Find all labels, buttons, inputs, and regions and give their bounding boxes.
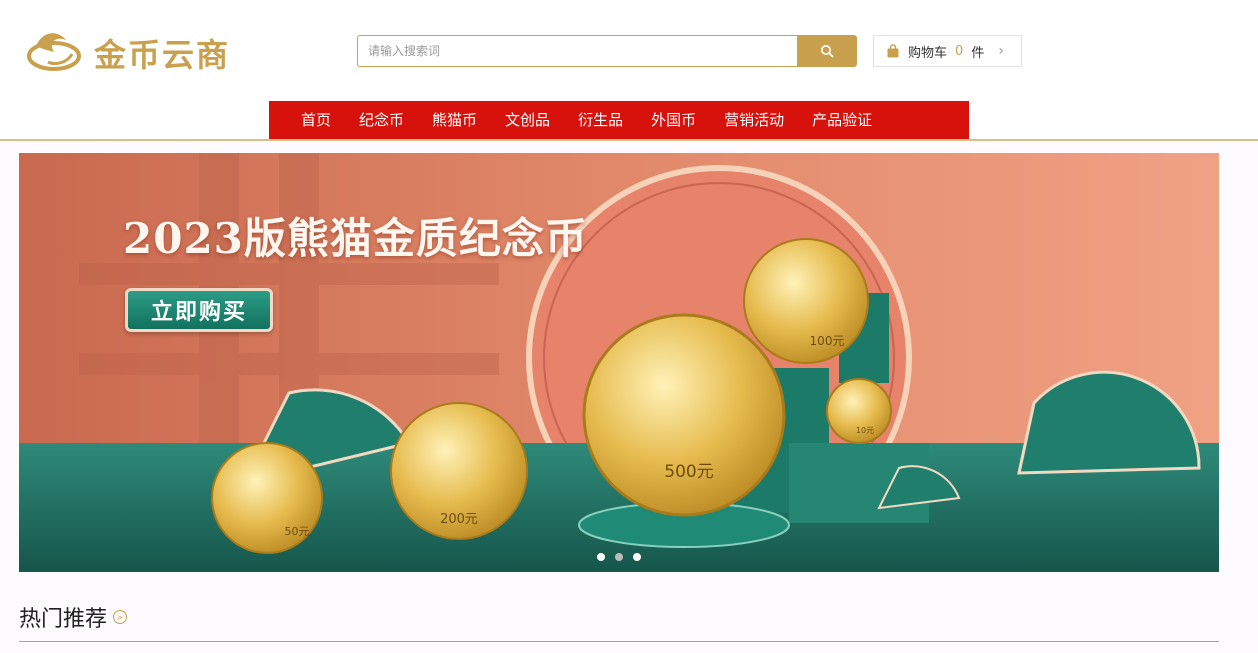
shopping-bag-icon bbox=[887, 44, 899, 58]
main-nav: 首页 纪念币 熊猫币 文创品 衍生品 外国币 营销活动 产品验证 bbox=[269, 101, 969, 139]
cart-unit: 件 bbox=[971, 45, 985, 61]
search-button[interactable] bbox=[797, 35, 857, 67]
buy-now-button[interactable]: 立即购买 bbox=[125, 288, 273, 332]
logo-mark-icon bbox=[27, 33, 81, 71]
search-bar bbox=[357, 35, 857, 67]
nav-item-commemorative-coins[interactable]: 纪念币 bbox=[345, 101, 418, 139]
search-input[interactable] bbox=[357, 35, 797, 67]
cart-count: 0 bbox=[955, 43, 964, 59]
nav-item-promotions[interactable]: 营销活动 bbox=[710, 101, 798, 139]
coin-200-yuan: 200元 bbox=[390, 402, 528, 540]
coin-10-yuan: 10元 bbox=[826, 378, 892, 444]
cart-label: 购物车 bbox=[908, 45, 948, 61]
coin-100-yuan: 100元 bbox=[743, 238, 869, 364]
section-header: 热门推荐 > bbox=[19, 601, 128, 633]
nav-item-panda-coins[interactable]: 熊猫币 bbox=[418, 101, 491, 139]
nav-item-foreign-coins[interactable]: 外国币 bbox=[637, 101, 710, 139]
cart-button[interactable]: 购物车 0 件 › bbox=[873, 35, 1022, 67]
section-divider bbox=[19, 641, 1219, 642]
carousel-dot[interactable] bbox=[615, 553, 623, 561]
coin-10-label: 10元 bbox=[856, 426, 874, 435]
coin-500-label: 500元 bbox=[664, 462, 713, 482]
site-header: 金币云商 购物车 0 件 › 首页 纪念币 熊猫币 文创品 衍生品 外国币 营销… bbox=[0, 0, 1258, 141]
more-arrow-icon[interactable]: > bbox=[113, 610, 128, 624]
carousel-dot[interactable] bbox=[633, 553, 641, 561]
nav-item-product-verification[interactable]: 产品验证 bbox=[798, 101, 886, 139]
nav-item-cultural-products[interactable]: 文创品 bbox=[491, 101, 564, 139]
coin-50-label: 50元 bbox=[285, 525, 310, 538]
section-title: 热门推荐 bbox=[19, 607, 108, 632]
logo-text: 金币云商 bbox=[94, 36, 231, 74]
carousel-dot[interactable] bbox=[597, 553, 605, 561]
banner-headline: 2023版熊猫金质纪念币 bbox=[123, 214, 588, 263]
coin-500-yuan: 500元 bbox=[582, 313, 786, 517]
nav-item-home[interactable]: 首页 bbox=[287, 101, 345, 139]
carousel-dots bbox=[597, 553, 641, 561]
hero-banner[interactable]: 50元 200元 500元 100元 10元 2023版熊猫金质纪念币 立即购买 bbox=[19, 153, 1219, 572]
coin-50-yuan: 50元 bbox=[211, 442, 323, 554]
site-logo[interactable]: 金币云商 bbox=[26, 26, 230, 80]
coin-200-label: 200元 bbox=[440, 512, 478, 527]
coin-100-label: 100元 bbox=[810, 334, 845, 348]
search-icon bbox=[821, 45, 834, 58]
chevron-right-icon: › bbox=[998, 43, 1004, 59]
nav-item-derivatives[interactable]: 衍生品 bbox=[564, 101, 637, 139]
